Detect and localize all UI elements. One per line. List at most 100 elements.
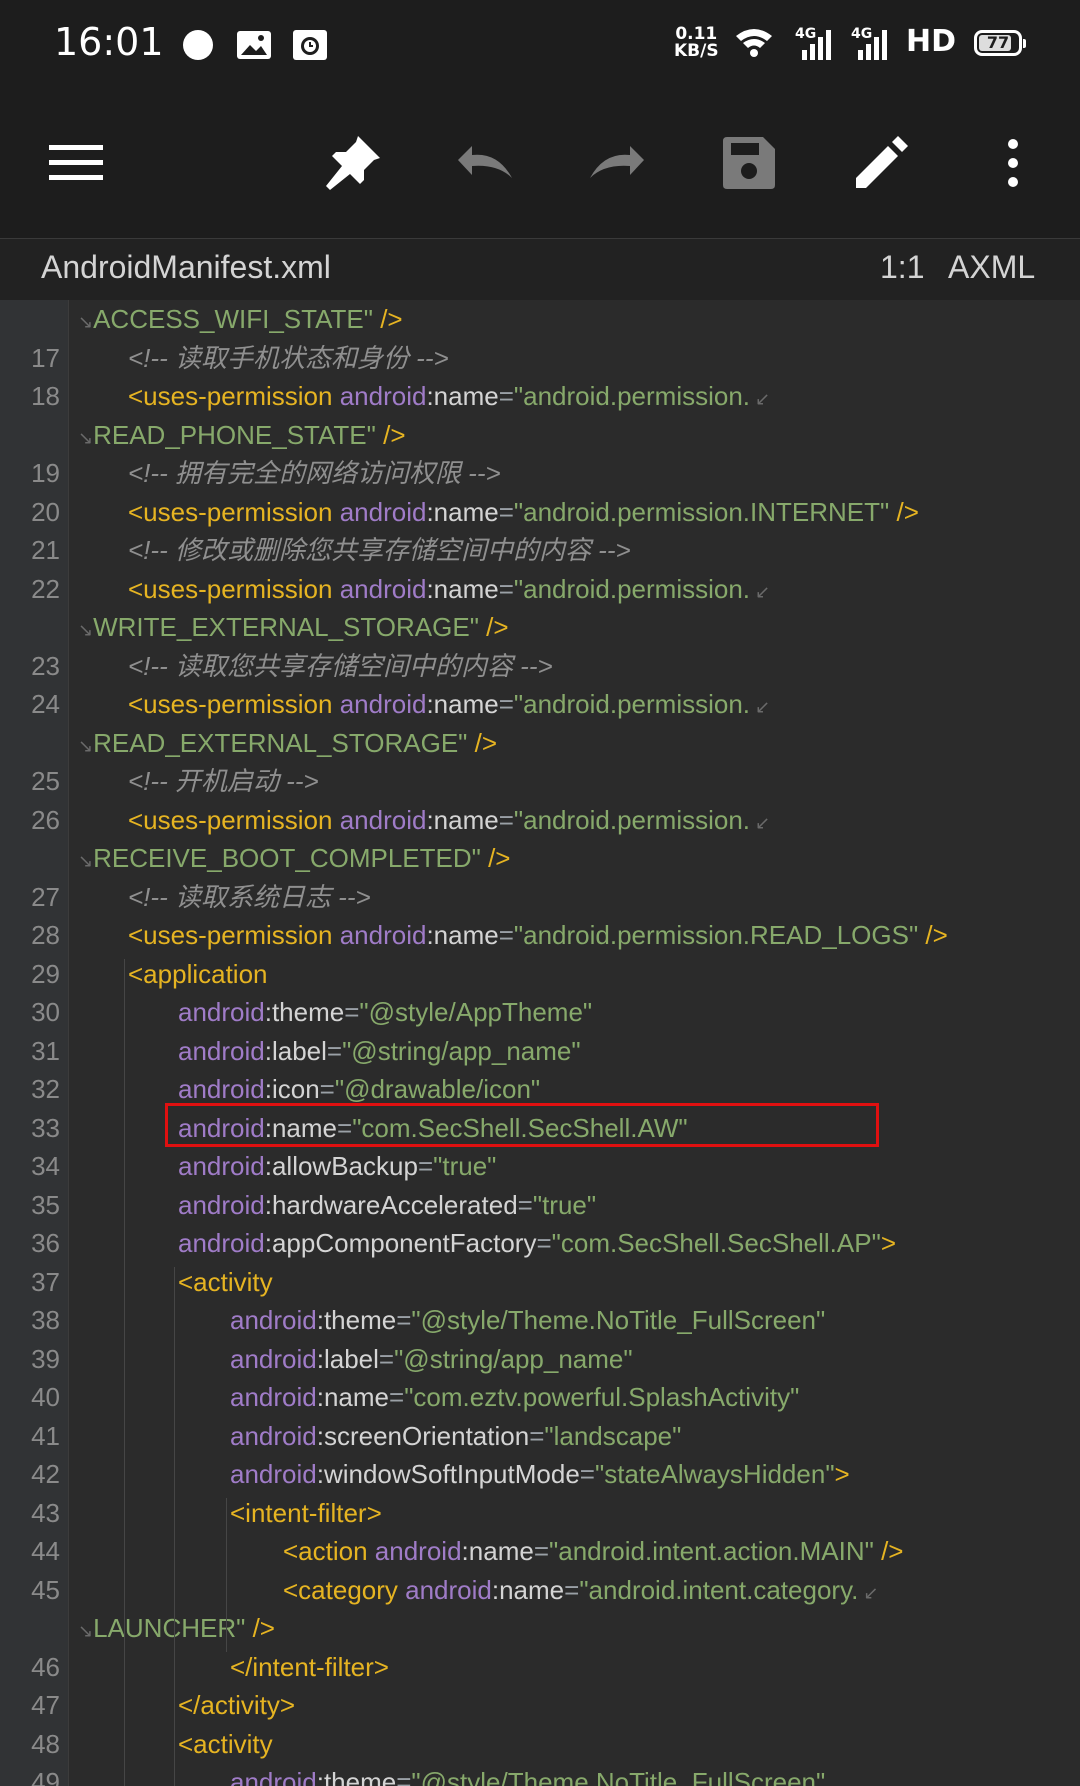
editor-toolbar (0, 90, 1080, 238)
token-tag: </activity> (178, 1690, 296, 1720)
edit-button[interactable] (848, 130, 914, 196)
code-line: 49 android:theme="@style/Theme.NoTitle_Fu… (0, 1763, 1080, 1786)
wrap-continuation-icon: ↘ (78, 851, 94, 871)
token-val: RECEIVE_BOOT_COMPLETED" (93, 843, 481, 873)
wrap-arrow-icon: ↙ (750, 697, 771, 717)
line-number: 33 (31, 1112, 60, 1143)
wrap-continuation-icon: ↘ (78, 1621, 94, 1641)
save-button[interactable] (716, 130, 782, 196)
code-text: android:label="@string/app_name" (230, 1340, 633, 1379)
undo-button[interactable] (452, 130, 518, 196)
token-ns: android (230, 1767, 317, 1786)
wrap-arrow-icon: ↙ (858, 1582, 879, 1603)
line-number: 41 (31, 1420, 60, 1451)
line-number: 45 (31, 1574, 60, 1605)
network-speed: 0.11 KB/S (674, 24, 719, 61)
token-cm: <!-- 拥有完全的网络访问权限 --> (128, 458, 501, 488)
more-options-button[interactable] (980, 130, 1046, 196)
line-number: 35 (31, 1189, 60, 1220)
token-eq: = (498, 804, 514, 835)
code-text: android:theme="@style/AppTheme" (178, 993, 592, 1032)
token-val: "@style/Theme.NoTitle_FullScreen" (411, 1767, 826, 1786)
wrap-continuation-icon: ↘ (78, 735, 94, 756)
line-number: 37 (31, 1266, 60, 1297)
code-text: <uses-permission android:name="android.p… (128, 493, 919, 532)
code-line: 20 <uses-permission android:name="android… (0, 493, 1080, 532)
hd-voice-indicator: HD (906, 24, 957, 59)
code-text: <!-- 读取系统日志 --> (128, 878, 371, 917)
code-line: 25 <!-- 开机启动 --> (0, 762, 1080, 801)
alarm-clock-icon (292, 28, 328, 62)
menu-button[interactable] (44, 130, 110, 196)
line-number: 19 (31, 458, 60, 488)
cursor-position: 1:1 (880, 249, 925, 285)
code-line: ↘LAUNCHER" /> (0, 1609, 1080, 1648)
token-attr: :label (264, 1035, 327, 1066)
code-line: 44 <action android:name="android.intent.a… (0, 1532, 1080, 1571)
token-cm: <!-- 修改或删除您共享存储空间中的内容 --> (128, 535, 631, 565)
token-tag: /> (918, 920, 948, 950)
code-line: ↘READ_EXTERNAL_STORAGE" /> (0, 724, 1080, 763)
token-val: LAUNCHER" (93, 1613, 246, 1643)
battery-level: 77 (986, 33, 1010, 52)
code-text: android:hardwareAccelerated="true" (178, 1186, 596, 1225)
line-number: 21 (31, 535, 60, 565)
line-number: 29 (31, 958, 60, 989)
code-editor[interactable]: ↘ACCESS_WIFI_STATE" /> 17 <!-- 读取手机状态和身份 -… (0, 300, 1080, 1786)
line-number: 17 (31, 342, 60, 373)
code-line: ↘WRITE_EXTERNAL_STORAGE" /> (0, 608, 1080, 647)
file-name[interactable]: AndroidManifest.xml (41, 249, 331, 286)
token-val: "@string/app_name" (394, 1343, 633, 1374)
token-ns: android (178, 1074, 265, 1104)
code-line: 37 <activity (0, 1263, 1080, 1302)
code-text: ↘LAUNCHER" /> (78, 1609, 275, 1651)
code-text: <!-- 修改或删除您共享存储空间中的内容 --> (128, 531, 631, 570)
code-text: </intent-filter> (230, 1648, 389, 1687)
token-ns: android (230, 1382, 317, 1412)
line-number: 46 (31, 1651, 60, 1682)
code-line: 43 <intent-filter> (0, 1494, 1080, 1533)
token-ns: android (230, 1459, 317, 1489)
code-text: <!-- 读取您共享存储空间中的内容 --> (128, 647, 553, 686)
code-text: <application (128, 955, 268, 994)
token-eq: = (498, 920, 514, 950)
file-type[interactable]: AXML (948, 249, 1035, 286)
line-number: 27 (31, 881, 60, 912)
line-number: 47 (31, 1690, 60, 1720)
token-val: "android.intent.category. (579, 1574, 859, 1605)
token-val: "true" (433, 1151, 497, 1181)
indent-guide (174, 1266, 175, 1786)
code-text: android:allowBackup="true" (178, 1147, 496, 1186)
token-attr: :theme (264, 997, 345, 1027)
token-eq: = (498, 689, 514, 719)
token-tag: /> (375, 419, 406, 450)
token-attr: :screenOrientation (316, 1420, 530, 1451)
token-ns: android (332, 573, 427, 604)
token-val: "stateAlwaysHidden" (594, 1459, 835, 1489)
token-attr: :appComponentFactory (264, 1228, 537, 1258)
token-attr: :name (426, 381, 499, 411)
pin-button[interactable] (320, 130, 386, 196)
token-val: "android.intent.action.MAIN" (549, 1536, 874, 1566)
token-val: "true" (532, 1189, 597, 1220)
token-attr: :name (426, 920, 499, 950)
token-eq: = (396, 1767, 412, 1786)
wrap-arrow-icon: ↙ (750, 389, 771, 409)
token-val: "@string/app_name" (342, 1035, 581, 1066)
code-line: 21 <!-- 修改或删除您共享存储空间中的内容 --> (0, 531, 1080, 570)
token-ns: android (332, 689, 427, 719)
code-text: android:theme="@style/Theme.NoTitle_Full… (230, 1763, 825, 1786)
redo-button[interactable] (584, 130, 650, 196)
code-text: <uses-permission android:name="android.p… (128, 801, 770, 843)
token-eq: = (529, 1420, 545, 1451)
code-line: 34 android:allowBackup="true" (0, 1147, 1080, 1186)
code-text: <!-- 拥有完全的网络访问权限 --> (128, 454, 501, 493)
token-attr: :label (316, 1343, 379, 1374)
token-ns: android (367, 1536, 462, 1566)
save-icon (723, 137, 775, 189)
line-number: 38 (31, 1305, 60, 1335)
token-cm: <!-- 读取系统日志 --> (128, 881, 371, 912)
code-text: </activity> (178, 1686, 295, 1725)
token-val: "android.permission.INTERNET" (513, 496, 890, 527)
token-ns: android (230, 1420, 317, 1451)
